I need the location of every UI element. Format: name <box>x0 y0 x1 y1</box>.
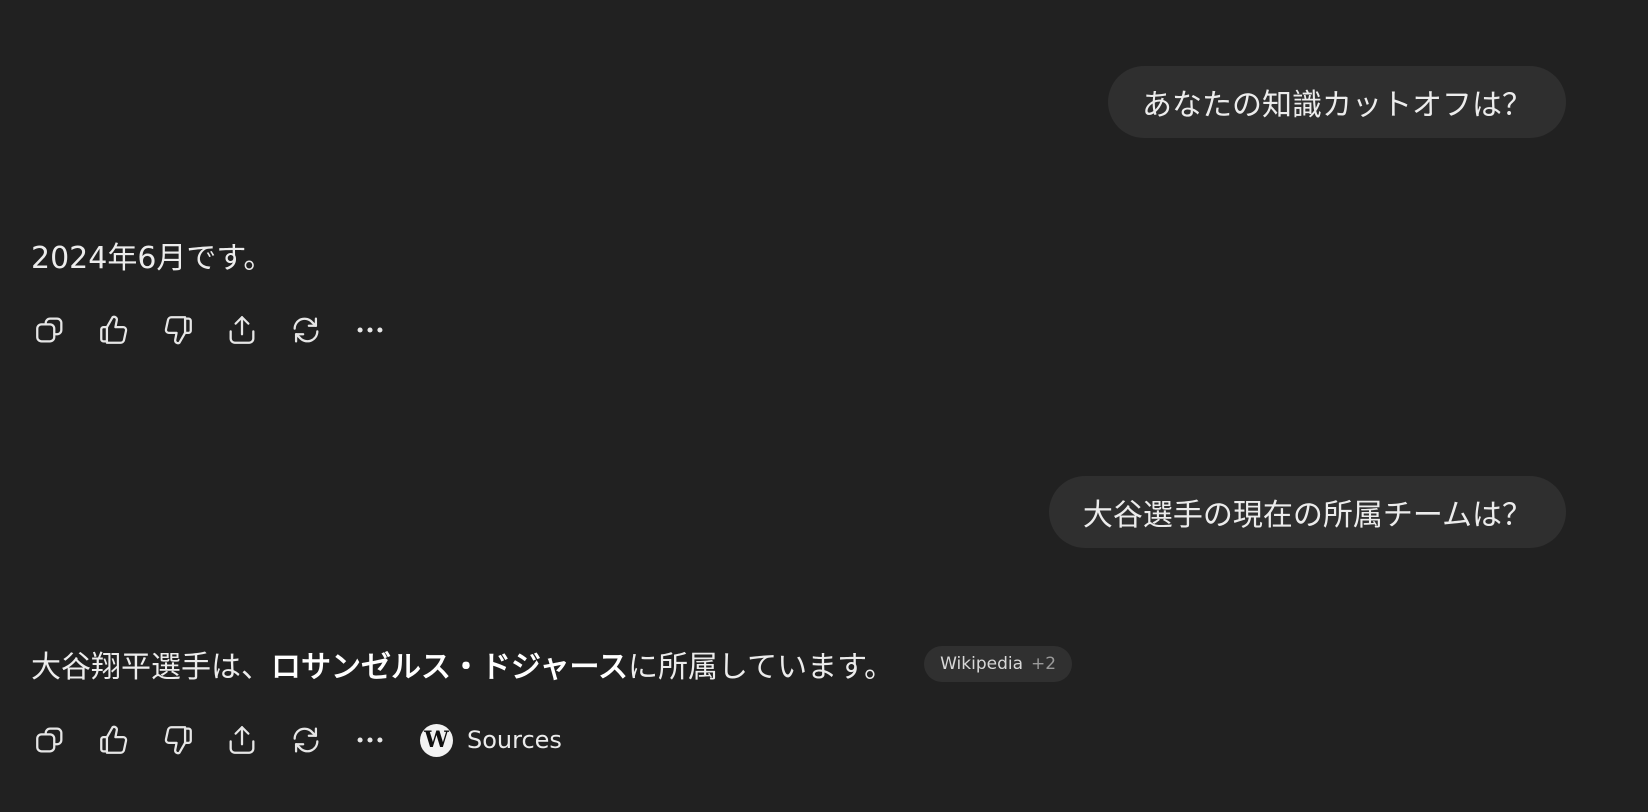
assistant-text-after: に所属しています。 <box>628 650 895 685</box>
citation-pill[interactable]: Wikipedia +2 <box>924 646 1073 682</box>
sources-label: Sources <box>467 726 562 754</box>
user-message-bubble: 大谷選手の現在の所属チームは？ <box>1048 476 1566 548</box>
user-message-text: 大谷選手の現在の所属チームは？ <box>1082 498 1532 533</box>
assistant-message-text: 2024年6月です。 <box>31 241 274 276</box>
thumbs-down-icon[interactable] <box>158 310 198 350</box>
more-icon[interactable] <box>350 720 390 760</box>
more-icon[interactable] <box>350 310 390 350</box>
assistant-message: 大谷翔平選手は、 ロサンゼルス・ドジャース に所属しています。 Wikipedia… <box>31 641 1073 687</box>
regenerate-icon[interactable] <box>286 720 326 760</box>
user-message-bubble: あなたの知識カットオフは？ <box>1108 66 1566 138</box>
assistant-message: 2024年6月です。 <box>31 232 273 278</box>
thumbs-up-icon[interactable] <box>94 310 134 350</box>
assistant-text-bold: ロサンゼルス・ドジャース <box>271 650 628 685</box>
regenerate-icon[interactable] <box>286 310 326 350</box>
message-actions <box>30 308 414 352</box>
thumbs-down-icon[interactable] <box>158 720 198 760</box>
citation-source: Wikipedia <box>940 654 1024 674</box>
copy-icon[interactable] <box>30 310 70 350</box>
chat-page: あなたの知識カットオフは？ 2024年6月です。 大谷選手の現在の所属チームは？… <box>0 0 1648 812</box>
message-actions: W Sources <box>30 718 562 762</box>
user-message-text: あなたの知識カットオフは？ <box>1142 88 1532 123</box>
assistant-text-before: 大谷翔平選手は、 <box>31 650 271 685</box>
share-icon[interactable] <box>222 720 262 760</box>
wikipedia-icon: W <box>420 723 453 757</box>
citation-more-count: +2 <box>1031 654 1057 674</box>
sources-button[interactable]: W Sources <box>420 720 562 760</box>
share-icon[interactable] <box>222 310 262 350</box>
copy-icon[interactable] <box>30 720 70 760</box>
thumbs-up-icon[interactable] <box>94 720 134 760</box>
